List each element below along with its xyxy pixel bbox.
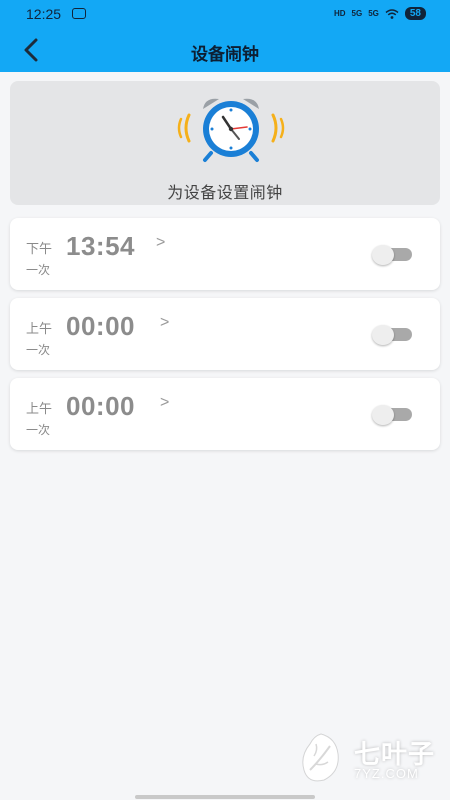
alarm-repeat: 一次 <box>26 423 51 437</box>
alarm-toggle[interactable] <box>372 325 412 345</box>
chevron-right-icon: > <box>160 394 170 411</box>
status-time: 12:25 <box>26 6 62 22</box>
toggle-knob <box>372 405 394 425</box>
banner-text: 为设备设置闹钟 <box>167 185 283 202</box>
alarm-toggle[interactable] <box>372 245 412 265</box>
toggle-knob <box>372 245 394 265</box>
notification-icon <box>72 8 86 19</box>
alarm-item[interactable]: 上午 00:00 > 一次 <box>10 378 440 450</box>
alarm-period: 上午 <box>26 401 53 416</box>
alarm-time: 00:00 <box>66 391 135 421</box>
alarm-clock-icon <box>177 98 285 162</box>
alarm-banner: 为设备设置闹钟 <box>10 81 440 205</box>
hd-label: HD <box>333 8 346 18</box>
alarm-item[interactable]: 下午 13:54 > 一次 <box>10 218 440 290</box>
alarm-period: 上午 <box>26 321 53 336</box>
page-title: 设备闹钟 <box>191 45 259 64</box>
alarm-time: 00:00 <box>66 311 135 341</box>
alarm-toggle[interactable] <box>372 405 412 425</box>
status-bar: 12:25 HD 5G 5G 58 <box>0 0 450 28</box>
toggle-knob <box>372 325 394 345</box>
network-5g-label-1: 5G <box>351 8 363 18</box>
watermark: 七叶子 7YZ.COM <box>296 728 440 788</box>
battery-indicator: 58 <box>404 7 426 20</box>
alarm-repeat: 一次 <box>26 263 51 277</box>
watermark-domain: 7YZ.COM <box>354 766 419 781</box>
alarm-period: 下午 <box>26 241 53 256</box>
status-indicators: HD 5G 5G 58 <box>334 7 426 20</box>
wifi-icon <box>385 8 399 19</box>
network-5g-label-2: 5G <box>368 8 379 18</box>
nav-bar: 设备闹钟 <box>0 28 450 72</box>
chevron-right-icon: > <box>156 234 166 251</box>
alarm-repeat: 一次 <box>26 343 51 357</box>
alarm-item[interactable]: 上午 00:00 > 一次 <box>10 298 440 370</box>
home-indicator[interactable] <box>135 795 315 799</box>
leaf-logo-icon <box>302 733 339 782</box>
chevron-right-icon: > <box>160 314 170 331</box>
alarm-time: 13:54 <box>66 231 135 261</box>
